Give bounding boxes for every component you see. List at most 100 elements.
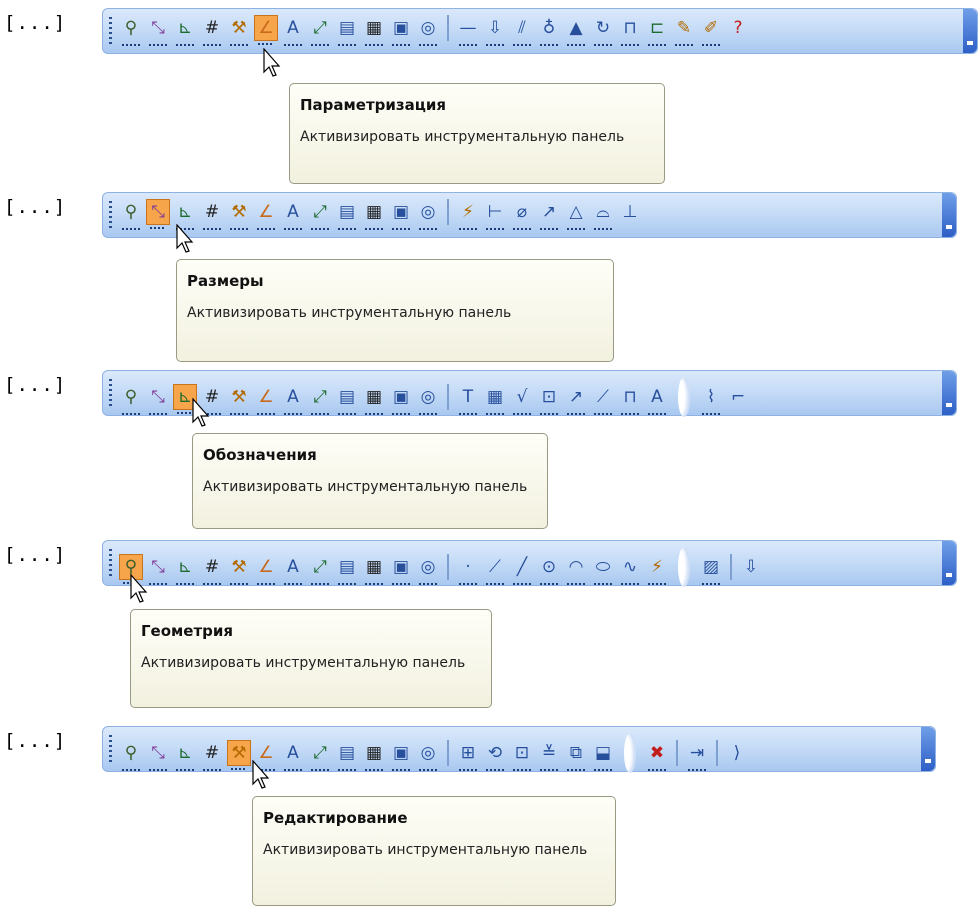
delete-icon[interactable]: ✖ xyxy=(645,740,669,771)
view-icon[interactable]: ▣ xyxy=(389,199,413,230)
report-icon[interactable]: ▦ xyxy=(362,15,386,46)
editing-icon[interactable]: ⚒ xyxy=(227,15,251,46)
parametrization-icon[interactable]: ∠ xyxy=(254,15,278,45)
designations-icon[interactable]: ⊾ xyxy=(173,15,197,46)
toolbar-grip[interactable] xyxy=(109,17,112,47)
toolbar-grip[interactable] xyxy=(109,201,112,231)
measure-icon[interactable]: A xyxy=(281,15,305,46)
break-line-icon[interactable]: ⌇ xyxy=(699,384,723,415)
measure-icon[interactable]: A xyxy=(281,554,305,585)
toolbar-options-button[interactable] xyxy=(942,541,956,585)
toolbar-grip[interactable] xyxy=(109,379,112,409)
dimension-value-icon[interactable]: ⊓ xyxy=(618,15,642,46)
insert-icon[interactable]: ◎ xyxy=(416,199,440,230)
spec-icon[interactable]: ▤ xyxy=(335,554,359,585)
text-icon[interactable]: T xyxy=(456,384,480,415)
toolbar-options-button[interactable] xyxy=(921,727,935,771)
arc-dimension-icon[interactable]: ⌓ xyxy=(591,199,615,230)
select-icon[interactable]: ⤢ xyxy=(308,740,332,771)
diameter-dimension-icon[interactable]: ⌀ xyxy=(510,199,534,230)
geometry-icon[interactable]: ⚲ xyxy=(119,15,143,46)
parallel-icon[interactable]: ⫽ xyxy=(510,15,534,46)
split-icon[interactable]: ⟩ xyxy=(725,740,749,766)
symmetry-icon[interactable]: ≚ xyxy=(537,740,561,771)
table-icon[interactable]: ▦ xyxy=(483,384,507,415)
hatch-icon[interactable]: ▨ xyxy=(699,554,723,585)
select-icon[interactable]: ⤢ xyxy=(308,554,332,585)
insert-icon[interactable]: ◎ xyxy=(416,554,440,585)
angle-icon[interactable]: ↻ xyxy=(591,15,615,46)
designations-icon[interactable]: ⊾ xyxy=(173,199,197,230)
view-icon[interactable]: ▣ xyxy=(389,384,413,415)
toolbar-options-button[interactable] xyxy=(942,193,956,237)
report-icon[interactable]: ▦ xyxy=(362,384,386,415)
toolbar-options-button[interactable] xyxy=(963,9,977,53)
point-icon[interactable]: · xyxy=(456,554,480,585)
arrow-icon[interactable]: ⌐ xyxy=(726,384,750,410)
cut-icon[interactable]: ⇥ xyxy=(685,740,709,771)
view-icon[interactable]: ▣ xyxy=(389,740,413,771)
view-icon[interactable]: ▣ xyxy=(389,15,413,46)
delete-constraints-icon[interactable]: ✐ xyxy=(699,15,723,46)
linear-dimension-icon[interactable]: ⊢ xyxy=(483,199,507,230)
dimensions-icon[interactable]: ⤡ xyxy=(146,15,170,46)
insert-icon[interactable]: ◎ xyxy=(416,15,440,46)
spec-icon[interactable]: ▤ xyxy=(335,740,359,771)
select-icon[interactable]: ⤢ xyxy=(308,384,332,415)
polyline-icon[interactable]: ⚡ xyxy=(645,554,669,585)
dimensions-icon[interactable]: ⤡ xyxy=(146,384,170,415)
auto-dimension-icon[interactable]: ⚡ xyxy=(456,199,480,230)
editing-icon[interactable]: ⚒ xyxy=(227,554,251,585)
spline-icon[interactable]: ∿ xyxy=(618,554,642,585)
insert-icon[interactable]: ◎ xyxy=(416,740,440,771)
leader-icon[interactable]: ↗ xyxy=(564,384,588,415)
geometry-icon[interactable]: ⚲ xyxy=(119,199,143,230)
geometry-icon[interactable]: ⚲ xyxy=(119,740,143,771)
auxiliary-line-icon[interactable]: ⟋ xyxy=(483,554,507,585)
grid-icon[interactable]: # xyxy=(200,199,224,230)
grid-icon[interactable]: # xyxy=(200,554,224,585)
editing-icon[interactable]: ⚒ xyxy=(227,384,251,415)
deform-icon[interactable]: ⬓ xyxy=(591,740,615,771)
select-icon[interactable]: ⤢ xyxy=(308,15,332,46)
sign-icon[interactable]: A xyxy=(645,384,669,415)
report-icon[interactable]: ▦ xyxy=(362,554,386,585)
measure-icon[interactable]: A xyxy=(281,740,305,771)
parametrization-icon[interactable]: ∠ xyxy=(254,199,278,230)
spec-icon[interactable]: ▤ xyxy=(335,199,359,230)
designations-icon[interactable]: ⊾ xyxy=(173,740,197,771)
roughness-icon[interactable]: √ xyxy=(510,384,534,415)
fix-point-icon[interactable]: ▲ xyxy=(564,15,588,46)
copy-icon[interactable]: ⧉ xyxy=(564,740,588,771)
parametrization-icon[interactable]: ∠ xyxy=(254,554,278,585)
horizontal-line-icon[interactable]: — xyxy=(456,15,480,46)
position-leader-icon[interactable]: ⟋ xyxy=(591,384,615,415)
tangent-icon[interactable]: ♁ xyxy=(537,15,561,46)
height-dimension-icon[interactable]: ⊥ xyxy=(618,199,642,225)
show-constraints-icon[interactable]: ✎ xyxy=(672,15,696,46)
radius-dimension-icon[interactable]: ↗ xyxy=(537,199,561,230)
insert-icon[interactable]: ◎ xyxy=(416,384,440,415)
dimensions-icon[interactable]: ⤡ xyxy=(146,740,170,771)
report-icon[interactable]: ▦ xyxy=(362,740,386,771)
editing-icon[interactable]: ⚒ xyxy=(227,740,251,770)
measure-icon[interactable]: A xyxy=(281,384,305,415)
rotate-icon[interactable]: ⟲ xyxy=(483,740,507,771)
view-icon[interactable]: ▣ xyxy=(389,554,413,585)
move-icon[interactable]: ⊞ xyxy=(456,740,480,771)
geometry-icon[interactable]: ⚲ xyxy=(119,384,143,415)
constraint-icon[interactable]: ⇩ xyxy=(483,15,507,46)
toolbar-grip[interactable] xyxy=(109,735,112,765)
toolbar-grip[interactable] xyxy=(109,549,112,579)
constraint-frame-icon[interactable]: ⊏ xyxy=(645,15,669,46)
grid-icon[interactable]: # xyxy=(200,740,224,771)
arc-icon[interactable]: ◠ xyxy=(564,554,588,585)
select-icon[interactable]: ⤢ xyxy=(308,199,332,230)
spec-icon[interactable]: ▤ xyxy=(335,15,359,46)
help-icon[interactable]: ? xyxy=(726,15,750,41)
ellipse-icon[interactable]: ⬭ xyxy=(591,554,615,585)
segment-icon[interactable]: ╱ xyxy=(510,554,534,585)
editing-icon[interactable]: ⚒ xyxy=(227,199,251,230)
spec-icon[interactable]: ▤ xyxy=(335,384,359,415)
base-icon[interactable]: ⊡ xyxy=(537,384,561,415)
